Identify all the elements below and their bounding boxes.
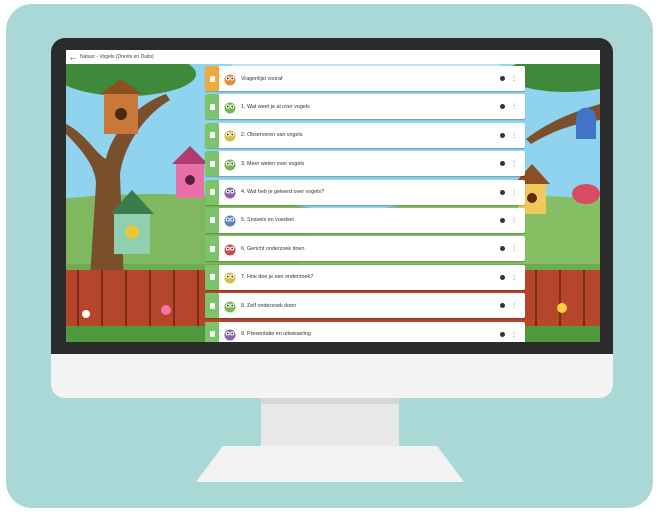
status-dot-icon bbox=[500, 246, 505, 252]
owl-icon bbox=[224, 329, 236, 341]
owl-icon bbox=[224, 301, 236, 313]
more-options-icon[interactable]: ⋮ bbox=[511, 189, 517, 196]
lesson-row[interactable]: 8. Zelf onderzoek doen ⋮ bbox=[205, 293, 525, 319]
lesson-row[interactable]: 1. Wat weet je al over vogels ⋮ bbox=[205, 94, 525, 120]
owl-icon bbox=[224, 159, 236, 171]
lesson-row[interactable]: 3. Meer weten over vogels ⋮ bbox=[205, 151, 525, 177]
lesson-title: 3. Meer weten over vogels bbox=[241, 160, 305, 167]
lesson-title: 5. Snavels en voedsel bbox=[241, 217, 294, 224]
more-options-icon[interactable]: ⋮ bbox=[511, 217, 517, 224]
lesson-type-tab bbox=[205, 66, 219, 91]
lesson-title: 1. Wat weet je al over vogels bbox=[241, 103, 310, 110]
lesson-type-tab bbox=[205, 264, 219, 290]
document-icon bbox=[209, 75, 215, 82]
status-dot-icon bbox=[500, 132, 505, 138]
owl-icon bbox=[224, 74, 236, 85]
lesson-title: 6. Gericht onderzoek doen bbox=[241, 245, 305, 252]
document-icon bbox=[209, 245, 215, 252]
breadcrumb: Natuur - Vogels (Drents en Duits) bbox=[80, 54, 154, 60]
lesson-type-tab bbox=[205, 236, 219, 262]
lesson-title: 8. Zelf onderzoek doen bbox=[241, 302, 297, 309]
document-icon bbox=[209, 274, 215, 281]
status-dot-icon bbox=[500, 104, 505, 110]
arrow-left-icon[interactable]: ← bbox=[66, 50, 80, 64]
status-dot-icon bbox=[500, 76, 505, 81]
lesson-title: 7. Hoe doe je een onderzoek? bbox=[241, 274, 314, 281]
lesson-title: 2. Observeren van vogels bbox=[241, 132, 303, 139]
lesson-type-tab bbox=[205, 207, 219, 233]
monitor-stand-base bbox=[196, 446, 464, 482]
lesson-type-tab bbox=[205, 122, 219, 148]
status-dot-icon bbox=[500, 303, 505, 309]
flower bbox=[82, 310, 90, 318]
document-icon bbox=[209, 160, 215, 167]
more-options-icon[interactable]: ⋮ bbox=[511, 331, 517, 338]
document-icon bbox=[209, 217, 215, 224]
more-options-icon[interactable]: ⋮ bbox=[511, 75, 517, 82]
lesson-row[interactable]: 2. Observeren van vogels ⋮ bbox=[205, 122, 525, 148]
more-options-icon[interactable]: ⋮ bbox=[511, 160, 517, 167]
status-dot-icon bbox=[500, 189, 505, 195]
top-bar: ← Natuur - Vogels (Drents en Duits) bbox=[66, 50, 600, 65]
status-dot-icon bbox=[500, 161, 505, 167]
owl-icon bbox=[224, 187, 236, 199]
lesson-title: Vragenlijst vooraf bbox=[241, 75, 283, 82]
lesson-row[interactable]: 4. Wat heb je geleerd over vogels? ⋮ bbox=[205, 179, 525, 205]
lesson-row[interactable]: 9. Presentatie en uitwisseling ⋮ bbox=[205, 321, 525, 342]
more-options-icon[interactable]: ⋮ bbox=[511, 132, 517, 139]
teapot-house bbox=[572, 184, 600, 204]
lesson-row[interactable]: 5. Snavels en voedsel ⋮ bbox=[205, 207, 525, 233]
more-options-icon[interactable]: ⋮ bbox=[511, 302, 517, 309]
birdhouse-blue bbox=[576, 107, 596, 139]
lesson-row[interactable]: 6. Gericht onderzoek doen ⋮ bbox=[205, 236, 525, 262]
lesson-type-tab bbox=[205, 293, 219, 319]
document-icon bbox=[209, 331, 215, 338]
owl-icon bbox=[224, 102, 236, 114]
lesson-type-tab bbox=[205, 94, 219, 120]
lesson-type-tab bbox=[205, 151, 219, 177]
more-options-icon[interactable]: ⋮ bbox=[511, 103, 517, 110]
app-screen: ← Natuur - Vogels (Drents en Duits) Vrag… bbox=[66, 50, 600, 342]
document-icon bbox=[209, 103, 215, 110]
status-dot-icon bbox=[500, 331, 505, 337]
monitor-chin bbox=[51, 354, 613, 398]
lesson-title: 9. Presentatie en uitwisseling bbox=[241, 331, 311, 338]
lesson-list: Vragenlijst vooraf ⋮ 1. Wat weet je al ove… bbox=[205, 66, 525, 342]
flower bbox=[161, 305, 171, 315]
owl-icon bbox=[224, 130, 236, 142]
lesson-type-tab bbox=[205, 321, 219, 342]
status-dot-icon bbox=[500, 274, 505, 280]
more-options-icon[interactable]: ⋮ bbox=[511, 245, 517, 252]
document-icon bbox=[209, 132, 215, 139]
lesson-row[interactable]: 7. Hoe doe je een onderzoek? ⋮ bbox=[205, 264, 525, 290]
lesson-row[interactable]: Vragenlijst vooraf ⋮ bbox=[205, 66, 525, 91]
document-icon bbox=[209, 189, 215, 196]
owl-icon bbox=[224, 215, 236, 227]
monitor-photo: ← Natuur - Vogels (Drents en Duits) Vrag… bbox=[0, 0, 659, 512]
owl-icon bbox=[224, 272, 236, 284]
more-options-icon[interactable]: ⋮ bbox=[511, 274, 517, 281]
lesson-type-tab bbox=[205, 179, 219, 205]
status-dot-icon bbox=[500, 217, 505, 223]
document-icon bbox=[209, 302, 215, 309]
owl-icon bbox=[224, 244, 236, 256]
lesson-title: 4. Wat heb je geleerd over vogels? bbox=[241, 189, 325, 196]
monitor-stand-neck bbox=[261, 398, 399, 450]
flower bbox=[557, 303, 567, 313]
